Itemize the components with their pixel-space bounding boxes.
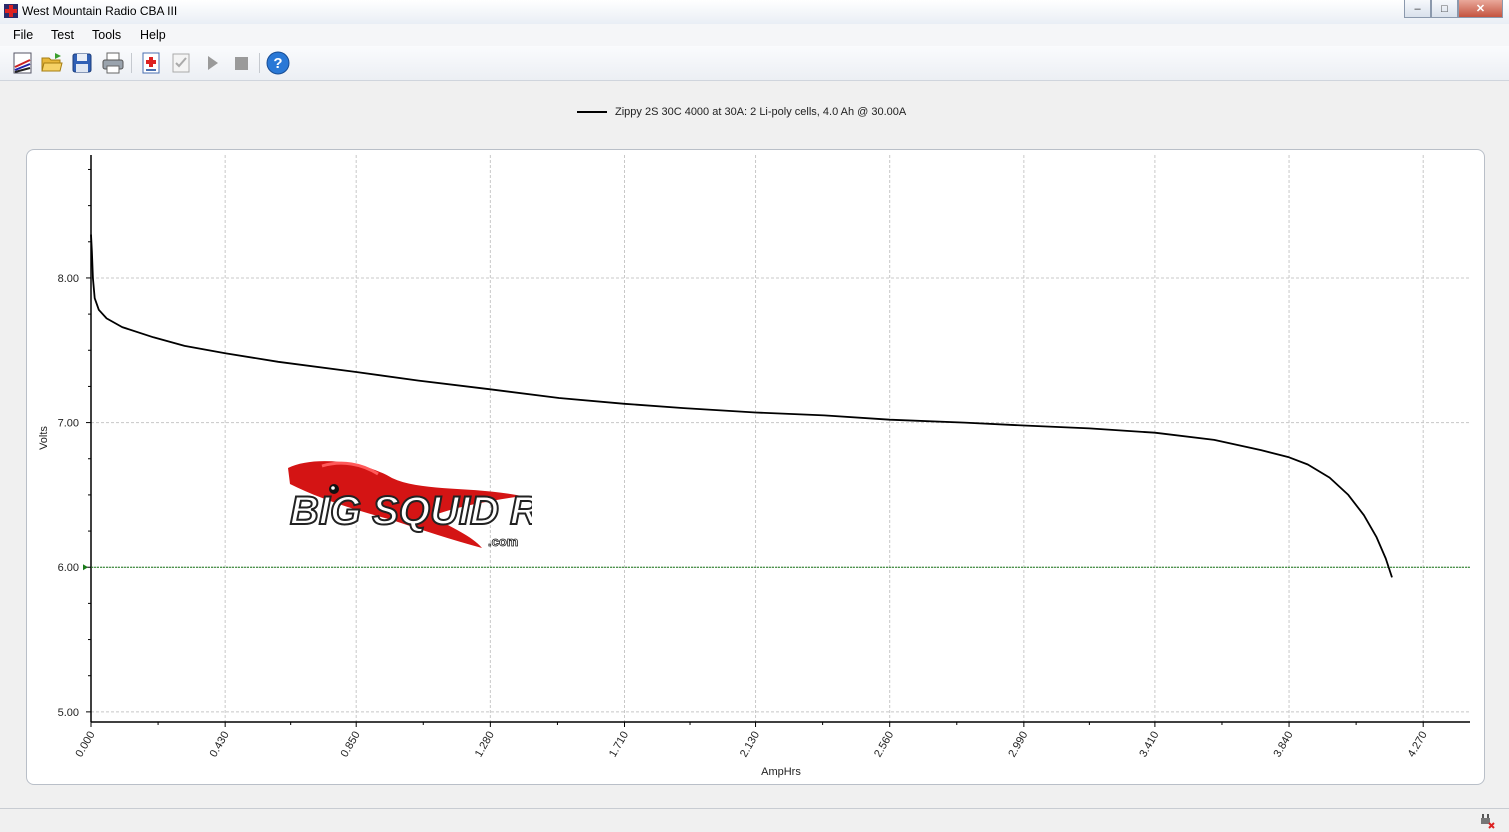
x-tick-label: 1.710 bbox=[607, 730, 631, 760]
x-tick-label: 2.990 bbox=[1006, 730, 1030, 760]
cutoff-marker-icon bbox=[83, 564, 88, 571]
disconnected-plug-icon[interactable] bbox=[1479, 813, 1495, 829]
x-tick-label: 3.840 bbox=[1271, 730, 1295, 760]
y-axis-label: Volts bbox=[38, 426, 50, 450]
x-tick-label: 2.560 bbox=[872, 730, 896, 760]
y-tick-label: 8.00 bbox=[58, 273, 79, 285]
x-tick-label: 2.130 bbox=[738, 730, 762, 760]
y-tick-label: 6.00 bbox=[58, 562, 79, 574]
x-axis-label: AmpHrs bbox=[761, 766, 801, 778]
x-tick-label: 1.280 bbox=[473, 730, 497, 760]
x-tick-label: 3.410 bbox=[1137, 730, 1161, 760]
logo-text: BIG SQUID RC bbox=[290, 489, 532, 533]
x-tick-label: 4.270 bbox=[1406, 730, 1430, 760]
x-tick-label: 0.430 bbox=[208, 730, 232, 760]
tick-labels: 5.00 6.00 7.00 8.00 0.000 0.430 0.850 1.280 1.71… bbox=[58, 273, 1430, 759]
discharge-chart: 5.00 6.00 7.00 8.00 0.000 0.430 0.850 1.280 1.71… bbox=[38, 155, 1470, 778]
status-bar bbox=[0, 808, 1509, 832]
big-squid-rc-logo: BIG SQUID RC .com bbox=[288, 461, 532, 549]
y-tick-label: 5.00 bbox=[58, 707, 79, 719]
x-tick-label: 0.000 bbox=[73, 730, 97, 760]
x-tick-label: 0.850 bbox=[339, 730, 363, 760]
y-tick-label: 7.00 bbox=[58, 418, 79, 430]
logo-suffix: .com bbox=[488, 534, 518, 549]
grid-lines bbox=[91, 155, 1470, 722]
axes bbox=[86, 155, 1470, 727]
